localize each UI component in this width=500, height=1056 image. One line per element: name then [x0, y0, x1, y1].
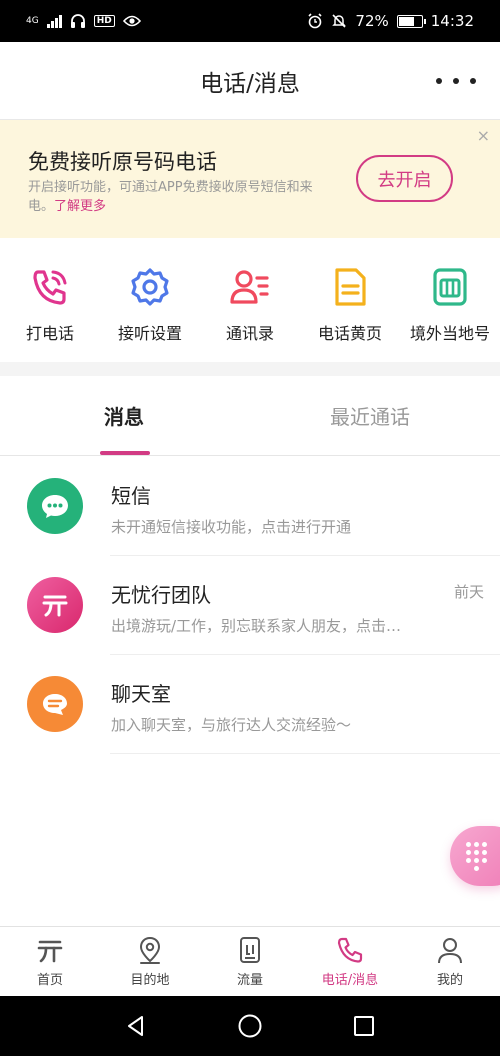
recents-icon[interactable]: [352, 1014, 376, 1038]
action-label: 通讯录: [225, 324, 274, 343]
divider: [110, 753, 500, 754]
tabbar-item-profile[interactable]: 我的: [400, 927, 500, 996]
action-local-number[interactable]: 境外当地号: [400, 238, 500, 362]
item-title: 无忧行团队: [111, 583, 211, 607]
item-title: 聊天室: [111, 682, 171, 706]
tabbar-label: 目的地: [130, 973, 170, 988]
tabbar-item-destination[interactable]: 目的地: [100, 927, 200, 996]
home-icon[interactable]: [237, 1013, 263, 1039]
sim-card-icon: [433, 268, 467, 306]
phone-icon: [337, 937, 363, 963]
clock: 14:32: [430, 12, 474, 30]
banner-title: 免费接听原号码电话: [28, 150, 217, 174]
hd-icon: HD: [93, 15, 115, 27]
close-icon[interactable]: ×: [477, 126, 490, 145]
bottom-tab-bar: 首页 目的地 流量 电话/消息 我的: [0, 926, 500, 996]
avatar: [27, 577, 83, 633]
learn-more-link[interactable]: 了解更多: [54, 199, 106, 214]
page-header: 电话/消息: [0, 42, 500, 120]
more-dots-icon[interactable]: [436, 68, 476, 94]
status-right: 72% 14:32: [307, 12, 474, 30]
contacts-icon: [230, 270, 269, 304]
back-icon[interactable]: [124, 1014, 148, 1038]
action-call[interactable]: 打电话: [0, 238, 100, 362]
avatar: [27, 478, 83, 534]
list-item-chat-room[interactable]: 聊天室 加入聊天室，与旅行达人交流经验～: [0, 654, 500, 754]
page-title: 电话/消息: [200, 70, 300, 97]
chat-bubble-icon: [42, 495, 68, 518]
dialpad-icon: [466, 841, 487, 871]
headphones-icon: [70, 14, 85, 28]
action-label: 打电话: [25, 324, 74, 343]
item-time: 前天: [453, 583, 484, 601]
tab-messages[interactable]: 消息: [0, 376, 250, 455]
alarm-icon: [308, 13, 322, 29]
tab-label: 最近通话: [330, 405, 410, 429]
list-item-sms[interactable]: 短信 未开通短信接收功能，点击进行开通: [0, 456, 500, 556]
action-contacts[interactable]: 通讯录: [200, 238, 300, 362]
app-logo-icon: [42, 595, 68, 617]
action-label: 接听设置: [117, 324, 182, 343]
item-subtitle: 加入聊天室，与旅行达人交流经验～: [111, 716, 352, 734]
system-nav-bar: [0, 996, 500, 1056]
eye-icon: [122, 15, 141, 27]
network-type: 4G: [26, 15, 39, 26]
status-left: 4G HD: [26, 13, 141, 29]
action-label: 电话黄页: [317, 324, 382, 343]
message-tabs: 消息 最近通话: [0, 376, 500, 456]
enable-button[interactable]: 去开启: [356, 155, 453, 202]
avatar: [27, 676, 83, 732]
mute-bell-icon: [332, 14, 347, 28]
tabbar-label: 流量: [236, 973, 263, 988]
document-icon: [335, 268, 366, 306]
tabbar-item-home[interactable]: 首页: [0, 927, 100, 996]
promo-banner: × 免费接听原号码电话 开启接听功能，可通过APP免费接收原号短信和来电。了解更…: [0, 120, 500, 238]
battery-icon: [396, 14, 426, 28]
gear-icon: [131, 268, 169, 306]
tab-active-indicator: [100, 451, 150, 455]
list-item-team[interactable]: 无忧行团队 出境游玩/工作，别忘联系家人朋友，点击… 前天: [0, 555, 500, 655]
tab-label: 消息: [104, 405, 144, 429]
location-pin-icon: [139, 936, 161, 964]
dialpad-button[interactable]: [450, 826, 500, 886]
section-divider: [0, 362, 500, 376]
action-answer-settings[interactable]: 接听设置: [100, 238, 200, 362]
tabbar-label: 电话/消息: [321, 973, 379, 988]
message-list: 短信 未开通短信接收功能，点击进行开通 无忧行团队 出境游玩/工作，别忘联系家人…: [0, 456, 500, 754]
tabbar-item-data[interactable]: 流量: [200, 927, 300, 996]
signal-icon: [46, 14, 62, 28]
item-subtitle: 未开通短信接收功能，点击进行开通: [111, 518, 352, 536]
tabbar-label: 首页: [36, 973, 63, 988]
item-subtitle: 出境游玩/工作，别忘联系家人朋友，点击…: [111, 617, 402, 635]
home-logo-icon: [37, 940, 63, 963]
tabbar-label: 我的: [436, 973, 463, 988]
quick-actions: 打电话 接听设置 通讯录 电话黄页 境外当地号: [0, 238, 500, 362]
tabbar-item-phone-messages[interactable]: 电话/消息: [300, 927, 400, 996]
chat-room-icon: [43, 694, 67, 715]
item-title: 短信: [111, 484, 151, 508]
action-yellow-pages[interactable]: 电话黄页: [300, 238, 400, 362]
banner-description: 开启接听功能，可通过APP免费接收原号短信和来电。了解更多: [28, 178, 328, 216]
action-label: 境外当地号: [409, 324, 490, 343]
data-card-icon: [240, 937, 260, 963]
status-bar: 4G HD 72% 14:32: [0, 0, 500, 42]
person-icon: [438, 938, 462, 964]
phone-icon: [33, 270, 67, 305]
tab-recent-calls[interactable]: 最近通话: [250, 376, 500, 455]
battery-percent: 72%: [355, 12, 389, 30]
